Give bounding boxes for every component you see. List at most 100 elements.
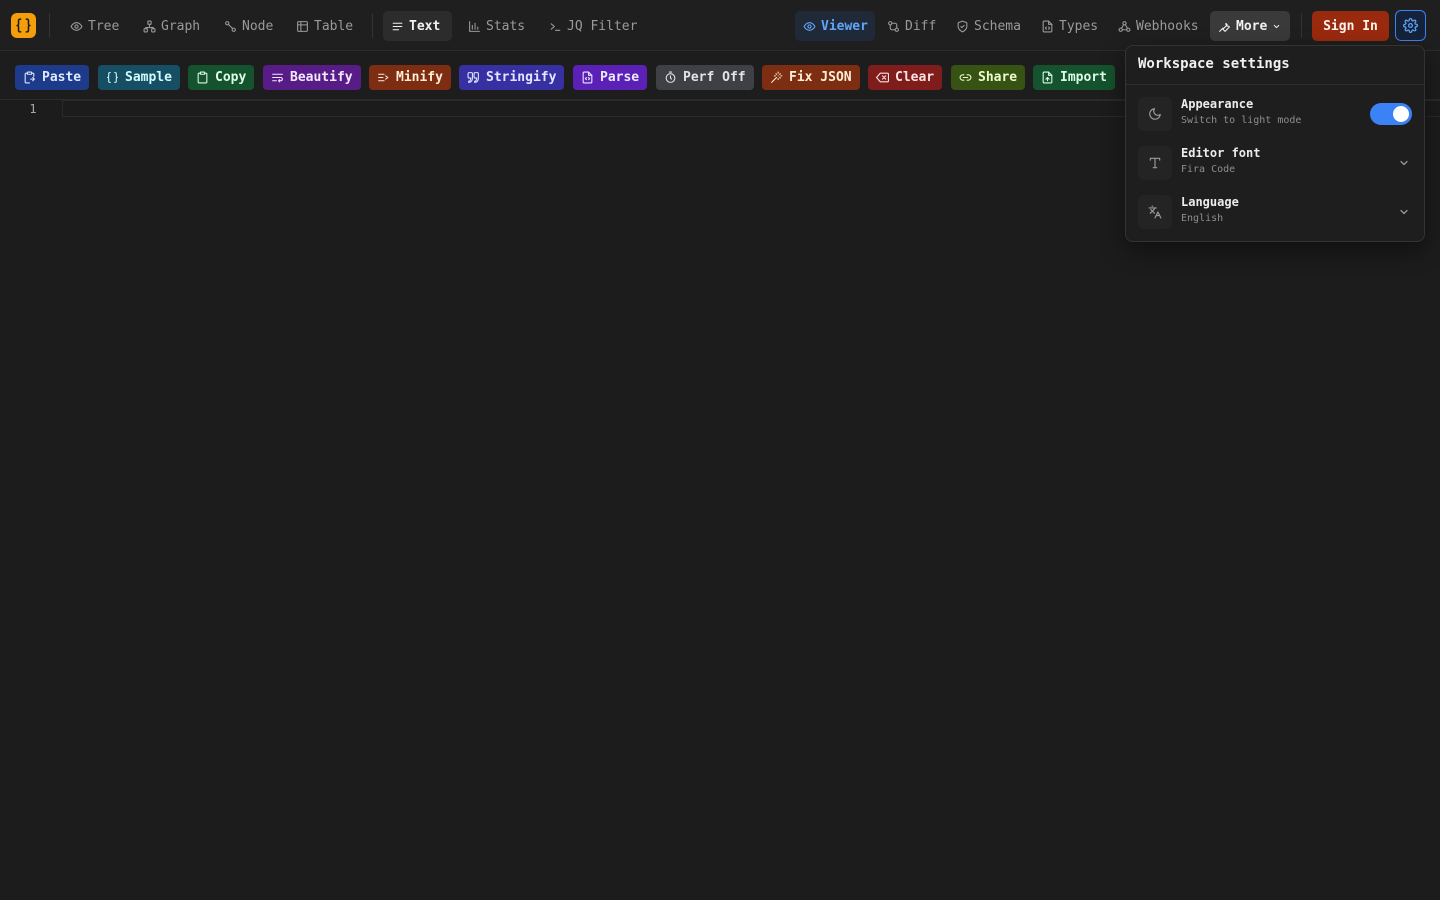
sample-button[interactable]: Sample — [98, 65, 180, 90]
fix-json-button[interactable]: Fix JSON — [762, 65, 860, 90]
share-button[interactable]: Share — [951, 65, 1026, 90]
wand-icon — [771, 71, 783, 83]
stringify-button[interactable]: Stringify — [459, 65, 565, 90]
mode-webhooks[interactable]: Webhooks — [1110, 11, 1207, 41]
nav-divider — [49, 13, 50, 38]
tab-table[interactable]: Table — [288, 11, 361, 41]
chevron-down-icon — [1400, 209, 1408, 215]
setting-description: Switch to light mode — [1181, 115, 1302, 126]
button-label: Import — [1060, 70, 1107, 85]
tab-node[interactable]: Node — [216, 11, 281, 41]
workspace-settings-panel: Workspace settings Appearance Switch to … — [1125, 45, 1425, 242]
eye-icon — [70, 21, 83, 31]
button-label: Fix JSON — [789, 70, 852, 85]
mode-label: Viewer — [821, 18, 868, 34]
tab-label: Table — [314, 18, 354, 34]
beautify-button[interactable]: Beautify — [263, 65, 361, 90]
button-label: Stringify — [486, 70, 557, 85]
setting-language[interactable]: Language English — [1136, 191, 1416, 233]
button-label: Share — [978, 70, 1018, 85]
setting-label: Editor font — [1181, 146, 1261, 160]
mode-schema[interactable]: Schema — [948, 11, 1029, 41]
button-label: Beautify — [290, 70, 353, 85]
top-navbar: Tree Graph Node Table Text Stats JQ Filt… — [0, 0, 1440, 51]
panel-divider — [1126, 84, 1424, 85]
settings-button[interactable] — [1395, 10, 1426, 41]
import-button[interactable]: Import — [1033, 65, 1115, 90]
setting-value: English — [1181, 213, 1224, 224]
braces-logo-icon — [16, 18, 31, 33]
parse-button[interactable]: Parse — [573, 65, 648, 90]
mode-types[interactable]: Types — [1033, 11, 1106, 41]
nav-divider — [372, 13, 373, 38]
setting-appearance[interactable]: Appearance Switch to light mode — [1136, 93, 1416, 135]
shield-icon — [957, 20, 968, 32]
toggle-knob — [1393, 106, 1409, 122]
more-menu-button[interactable]: More — [1210, 11, 1290, 41]
button-label: Clear — [895, 70, 935, 85]
tab-text[interactable]: Text — [383, 11, 452, 41]
tab-jq-filter[interactable]: JQ Filter — [541, 11, 645, 41]
theme-toggle[interactable] — [1370, 103, 1412, 125]
node-icon — [225, 20, 236, 32]
diff-icon — [888, 20, 899, 32]
mode-diff[interactable]: Diff — [879, 11, 944, 41]
graph-icon — [143, 20, 156, 32]
tab-label: Tree — [88, 18, 120, 34]
button-label: Sample — [125, 70, 172, 85]
copy-button[interactable]: Copy — [188, 65, 255, 90]
clipboard-icon — [197, 71, 208, 84]
mode-label: Schema — [974, 18, 1021, 34]
clear-button[interactable]: Clear — [868, 65, 943, 90]
translate-icon — [1138, 195, 1172, 229]
terminal-icon — [550, 22, 561, 31]
braces-icon — [107, 72, 118, 83]
timer-icon — [665, 71, 676, 83]
mode-viewer[interactable]: Viewer — [795, 11, 875, 41]
link-icon — [959, 74, 972, 81]
erase-icon — [876, 72, 889, 83]
chevron-down-icon — [1400, 160, 1408, 166]
tab-stats[interactable]: Stats — [460, 11, 533, 41]
bar-chart-icon — [469, 20, 480, 32]
tab-label: Graph — [161, 18, 201, 34]
tab-tree[interactable]: Tree — [62, 11, 127, 41]
app-logo[interactable] — [11, 13, 36, 38]
more-label: More — [1236, 18, 1268, 34]
paste-button[interactable]: Paste — [15, 65, 90, 90]
chevron-down-icon — [1274, 24, 1280, 28]
tab-label: Stats — [486, 18, 526, 34]
setting-editor-font[interactable]: Editor font Fira Code — [1136, 142, 1416, 184]
button-label: Minify — [396, 70, 443, 85]
mode-label: Webhooks — [1136, 18, 1199, 34]
button-label: Paste — [42, 70, 82, 85]
button-label: Parse — [600, 70, 640, 85]
wrap-text-icon — [272, 73, 283, 83]
tab-graph[interactable]: Graph — [135, 11, 208, 41]
sign-in-button[interactable]: Sign In — [1312, 11, 1389, 41]
quote-icon — [467, 72, 479, 83]
tab-label: Text — [409, 18, 441, 34]
mode-label: Diff — [905, 18, 937, 34]
setting-label: Appearance — [1181, 97, 1254, 111]
moon-icon — [1138, 97, 1172, 131]
minify-icon — [378, 73, 389, 82]
clipboard-paste-icon — [24, 71, 35, 84]
gear-icon — [1403, 18, 1418, 33]
type-icon — [1138, 146, 1172, 180]
file-icon — [582, 71, 593, 84]
line-number: 1 — [29, 102, 37, 116]
button-label: Copy — [215, 70, 247, 85]
nav-divider — [1301, 13, 1302, 38]
minify-button[interactable]: Minify — [369, 65, 451, 90]
wrench-icon — [1219, 22, 1230, 32]
mode-label: Types — [1059, 18, 1099, 34]
eye-icon — [803, 21, 816, 31]
table-icon — [297, 20, 308, 32]
file-import-icon — [1042, 71, 1053, 84]
perf-toggle-button[interactable]: Perf Off — [656, 65, 754, 90]
tab-label: Node — [242, 18, 274, 34]
button-label: Perf Off — [683, 70, 746, 85]
webhook-icon — [1118, 20, 1131, 32]
setting-label: Language — [1181, 195, 1239, 209]
